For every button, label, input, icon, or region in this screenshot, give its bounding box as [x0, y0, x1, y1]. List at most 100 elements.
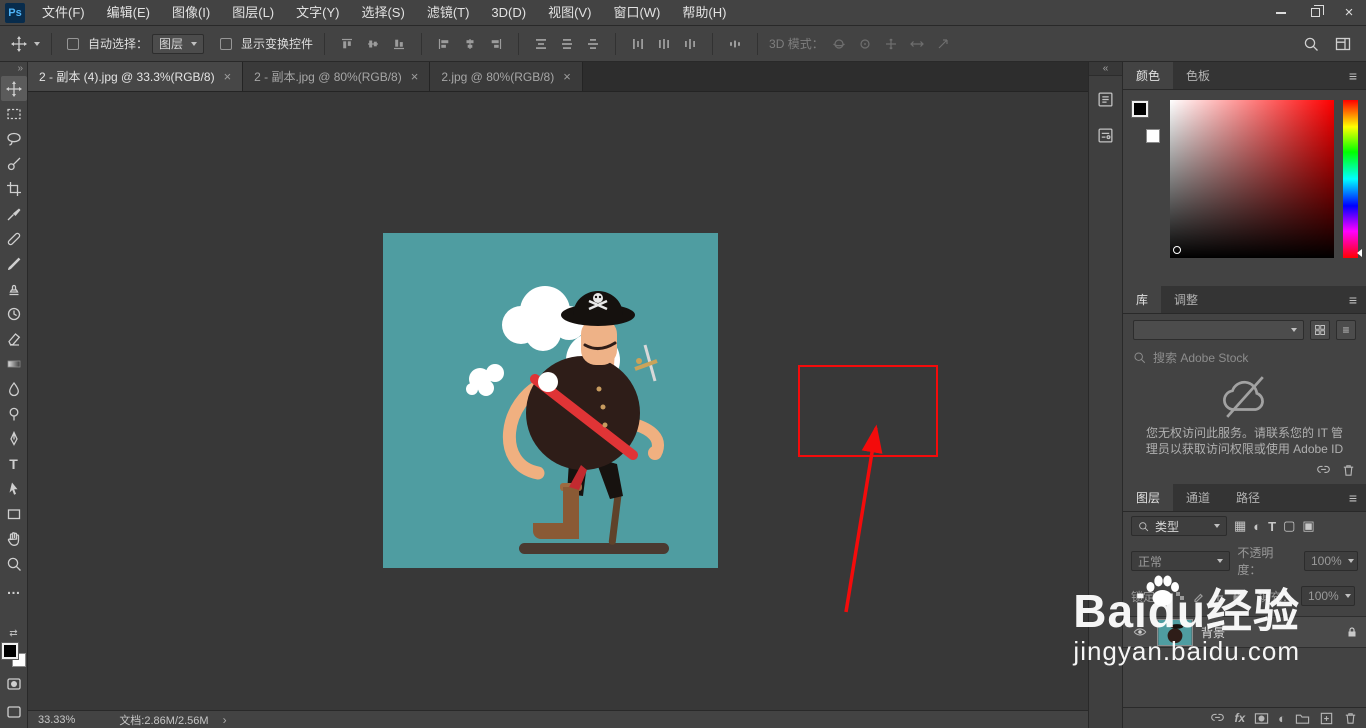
- layer-lock-toggle[interactable]: [1346, 626, 1358, 638]
- status-options-icon[interactable]: ›: [223, 713, 227, 727]
- lasso-tool[interactable]: [1, 126, 27, 151]
- eraser-tool[interactable]: [1, 326, 27, 351]
- hue-gradient[interactable]: [1343, 100, 1358, 258]
- delete-icon[interactable]: [1341, 463, 1356, 478]
- panel-color-swatches[interactable]: [1131, 100, 1161, 144]
- delete-layer-icon[interactable]: [1343, 711, 1358, 726]
- blend-mode-dropdown[interactable]: 正常: [1131, 551, 1231, 571]
- canvas-workspace[interactable]: [28, 92, 1088, 710]
- menu-edit[interactable]: 编辑(E): [96, 0, 161, 25]
- hue-slider[interactable]: [1343, 100, 1362, 258]
- close-button[interactable]: ×: [1332, 0, 1366, 25]
- distribute-horizontal-centers-button[interactable]: [653, 33, 675, 55]
- color-gradient[interactable]: [1170, 100, 1334, 258]
- align-bottom-edges-button[interactable]: [388, 33, 410, 55]
- show-transform-checkbox[interactable]: [220, 37, 233, 50]
- eyedropper-tool[interactable]: [1, 201, 27, 226]
- slide-3d-button[interactable]: [906, 33, 928, 55]
- filter-smart-objects-icon[interactable]: ▣: [1302, 518, 1314, 534]
- distribute-bottom-button[interactable]: [582, 33, 604, 55]
- workspace-switcher-button[interactable]: [1332, 33, 1354, 55]
- tab-close-icon[interactable]: ×: [224, 69, 232, 84]
- marquee-tool[interactable]: [1, 101, 27, 126]
- history-panel-button[interactable]: [1093, 86, 1119, 112]
- align-top-edges-button[interactable]: [336, 33, 358, 55]
- menu-filter[interactable]: 滤镜(T): [416, 0, 481, 25]
- tab-libraries[interactable]: 库: [1123, 286, 1162, 313]
- expand-toolbar-button[interactable]: »: [0, 62, 27, 76]
- menu-window[interactable]: 窗口(W): [602, 0, 671, 25]
- sync-icon[interactable]: [1316, 463, 1331, 478]
- filter-shape-layers-icon[interactable]: ▢: [1283, 518, 1295, 534]
- library-panel-menu-button[interactable]: ≡: [1340, 286, 1366, 313]
- lock-all-icon[interactable]: [1231, 590, 1243, 602]
- layer-row-background[interactable]: 背景: [1123, 616, 1366, 648]
- type-tool[interactable]: T: [1, 451, 27, 476]
- menu-3d[interactable]: 3D(D): [480, 0, 537, 25]
- layer-visibility-toggle[interactable]: [1131, 625, 1149, 639]
- adjustment-layer-icon[interactable]: ◐: [1278, 712, 1286, 725]
- layer-thumbnail[interactable]: [1157, 618, 1193, 646]
- menu-help[interactable]: 帮助(H): [671, 0, 737, 25]
- distribute-hspace-button[interactable]: [724, 33, 746, 55]
- scale-3d-button[interactable]: [932, 33, 954, 55]
- hand-tool[interactable]: [1, 526, 27, 551]
- roll-3d-button[interactable]: [854, 33, 876, 55]
- quick-selection-tool[interactable]: [1, 151, 27, 176]
- menu-layer[interactable]: 图层(L): [221, 0, 285, 25]
- auto-select-dropdown[interactable]: 图层: [152, 33, 205, 54]
- move-tool[interactable]: [0, 76, 27, 101]
- crop-tool[interactable]: [1, 176, 27, 201]
- dodge-tool[interactable]: [1, 401, 27, 426]
- new-layer-icon[interactable]: [1319, 711, 1334, 726]
- lock-position-icon[interactable]: [1212, 590, 1224, 602]
- swap-colors-icon[interactable]: ⇄: [9, 629, 17, 639]
- document-tab-1[interactable]: 2 - 副本 (4).jpg @ 33.3%(RGB/8) ×: [28, 62, 244, 91]
- lock-transparency-icon[interactable]: [1174, 590, 1186, 602]
- document-tab-3[interactable]: 2.jpg @ 80%(RGB/8) ×: [430, 62, 583, 91]
- menu-image[interactable]: 图像(I): [161, 0, 221, 25]
- layer-effects-icon[interactable]: fx: [1234, 711, 1245, 725]
- align-left-edges-button[interactable]: [433, 33, 455, 55]
- library-search-field[interactable]: 搜索 Adobe Stock: [1133, 349, 1356, 366]
- align-vertical-centers-button[interactable]: [362, 33, 384, 55]
- tab-paths[interactable]: 路径: [1223, 484, 1273, 511]
- distribute-right-button[interactable]: [679, 33, 701, 55]
- screen-mode-button[interactable]: [1, 699, 27, 724]
- filter-adjustment-layers-icon[interactable]: ◐: [1253, 519, 1261, 534]
- auto-select-checkbox[interactable]: [67, 37, 79, 50]
- healing-brush-tool[interactable]: [1, 226, 27, 251]
- zoom-level-field[interactable]: 33.33%: [38, 714, 75, 726]
- tab-channels[interactable]: 通道: [1173, 484, 1223, 511]
- tab-layers[interactable]: 图层: [1123, 484, 1174, 511]
- edit-toolbar-button[interactable]: …: [1, 576, 27, 601]
- menu-file[interactable]: 文件(F): [31, 0, 96, 25]
- fill-dropdown[interactable]: 100%: [1301, 586, 1356, 606]
- zoom-tool[interactable]: [1, 551, 27, 576]
- tab-swatches[interactable]: 色板: [1173, 62, 1223, 89]
- layer-filter-dropdown[interactable]: 类型: [1131, 516, 1227, 536]
- gradient-tool[interactable]: [1, 351, 27, 376]
- collapse-panels-button[interactable]: «: [1089, 62, 1122, 76]
- quick-mask-button[interactable]: [1, 671, 27, 696]
- menu-select[interactable]: 选择(S): [350, 0, 415, 25]
- search-button[interactable]: [1300, 33, 1322, 55]
- distribute-vertical-centers-button[interactable]: [556, 33, 578, 55]
- foreground-color-swatch[interactable]: [1131, 100, 1149, 118]
- clone-stamp-tool[interactable]: [1, 276, 27, 301]
- opacity-dropdown[interactable]: 100%: [1304, 551, 1358, 571]
- align-horizontal-centers-button[interactable]: [459, 33, 481, 55]
- document-tab-2[interactable]: 2 - 副本.jpg @ 80%(RGB/8) ×: [243, 62, 431, 91]
- saturation-brightness-box[interactable]: [1170, 100, 1334, 258]
- background-color-swatch[interactable]: [1146, 129, 1160, 143]
- document-canvas[interactable]: [383, 233, 718, 568]
- menu-type[interactable]: 文字(Y): [285, 0, 350, 25]
- history-brush-tool[interactable]: [1, 301, 27, 326]
- filter-type-layers-icon[interactable]: T: [1268, 519, 1276, 534]
- link-layers-icon[interactable]: [1210, 711, 1225, 726]
- orbit-3d-button[interactable]: [828, 33, 850, 55]
- brush-tool[interactable]: [1, 251, 27, 276]
- filter-pixel-layers-icon[interactable]: ▦: [1234, 518, 1246, 534]
- tab-color[interactable]: 颜色: [1123, 62, 1174, 89]
- layer-group-icon[interactable]: [1295, 711, 1310, 726]
